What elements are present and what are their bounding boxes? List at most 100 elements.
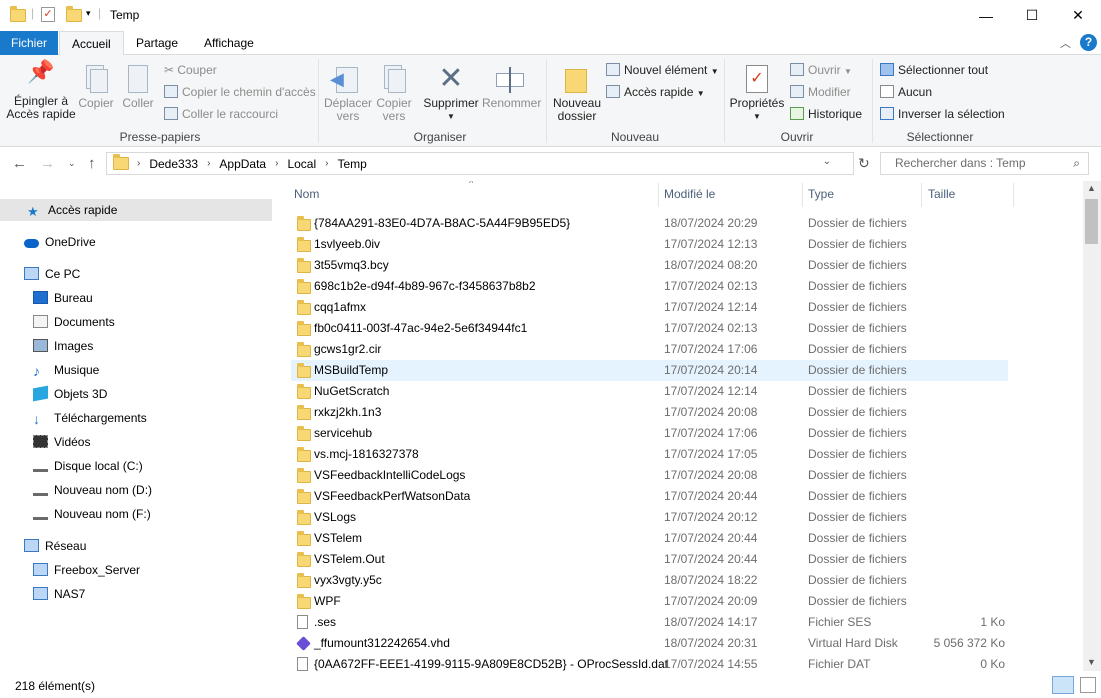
paste-button[interactable]: Coller [118, 63, 158, 110]
table-row[interactable]: VSLogs 17/07/2024 20:12 Dossier de fichier… [291, 507, 1008, 528]
nav-3d-objects[interactable]: Objets 3D [33, 383, 107, 405]
select-none-button[interactable]: Aucun [880, 84, 932, 100]
refresh-icon[interactable]: ↻ [858, 155, 870, 172]
file-name: .ses [314, 615, 337, 629]
nav-quick-access[interactable]: ★ Accès rapide [0, 199, 272, 221]
nav-disk-f[interactable]: Nouveau nom (F:) [33, 503, 151, 525]
nav-music[interactable]: ♪ Musique [33, 359, 99, 381]
easy-access-button[interactable]: Accès rapide ▼ [606, 84, 705, 102]
select-all-button[interactable]: Sélectionner tout [880, 62, 988, 78]
search-input[interactable]: Rechercher dans : Temp ⌕ [880, 152, 1089, 175]
nav-this-pc[interactable]: Ce PC [24, 263, 80, 285]
scroll-down-arrow-icon[interactable]: ▼ [1087, 657, 1096, 667]
nav-pictures[interactable]: Images [33, 335, 93, 357]
close-button[interactable]: ✕ [1055, 0, 1101, 31]
breadcrumb-appdata[interactable]: AppData [219, 157, 266, 171]
large-icons-view-icon[interactable] [1080, 677, 1096, 693]
table-row[interactable]: VSTelem.Out 17/07/2024 20:44 Dossier de fi… [291, 549, 1008, 570]
tab-view[interactable]: Affichage [192, 31, 266, 55]
breadcrumb-temp[interactable]: Temp [337, 157, 366, 171]
maximize-button[interactable]: ☐ [1009, 0, 1055, 31]
table-row[interactable]: 698c1b2e-d94f-4b89-967c-f3458637b8b2 17/0… [291, 276, 1008, 297]
table-row[interactable]: VSFeedbackIntelliCodeLogs 17/07/2024 20:0… [291, 465, 1008, 486]
table-row[interactable]: VSFeedbackPerfWatsonData 17/07/2024 20:44… [291, 486, 1008, 507]
copy-path-button[interactable]: Copier le chemin d'accès [164, 84, 316, 100]
up-arrow-icon[interactable]: ↑ [88, 155, 96, 172]
new-folder-icon [550, 63, 604, 97]
film-icon [33, 435, 48, 448]
nav-disk-c[interactable]: Disque local (C:) [33, 455, 143, 477]
table-row[interactable]: 3t55vmq3.bcy 18/07/2024 08:20 Dossier de f… [291, 255, 1008, 276]
open-button[interactable]: Ouvrir ▼ [790, 62, 852, 80]
properties-check-icon[interactable]: ✓ [41, 7, 55, 22]
cut-button[interactable]: ✂ Couper [164, 62, 217, 78]
address-dropdown-chevron-icon[interactable]: ⌄ [823, 156, 831, 167]
table-row[interactable]: rxkzj2kh.1n3 17/07/2024 20:08 Dossier de f… [291, 402, 1008, 423]
table-row[interactable]: cqq1afmx 17/07/2024 12:14 Dossier de fichi… [291, 297, 1008, 318]
table-row[interactable]: MSBuildTemp 17/07/2024 20:14 Dossier de fi… [291, 360, 1008, 381]
table-row[interactable]: VSTelem 17/07/2024 20:44 Dossier de fichie… [291, 528, 1008, 549]
column-header-modified[interactable]: Modifié le [664, 187, 715, 201]
nav-downloads[interactable]: ↓ Téléchargements [33, 407, 147, 429]
nav-disk-d[interactable]: Nouveau nom (D:) [33, 479, 152, 501]
file-type: Dossier de fichiers [808, 342, 907, 356]
table-row[interactable]: vs.mcj-1816327378 17/07/2024 17:05 Dossier… [291, 444, 1008, 465]
table-row[interactable]: .ses 18/07/2024 14:17 Fichier SES 1 Ko [291, 612, 1008, 633]
table-row[interactable]: WPF 17/07/2024 20:09 Dossier de fichiers [291, 591, 1008, 612]
delete-button[interactable]: ✕ Supprimer ▼ [420, 63, 482, 123]
copy-to-button[interactable]: Copier vers [374, 63, 414, 123]
edit-button[interactable]: Modifier [790, 84, 851, 100]
history-button[interactable]: Historique [790, 106, 862, 122]
new-folder-button[interactable]: Nouveau dossier [550, 63, 604, 123]
nav-onedrive[interactable]: OneDrive [24, 231, 96, 253]
paste-shortcut-button[interactable]: Coller le raccourci [164, 106, 278, 122]
table-row[interactable]: NuGetScratch 17/07/2024 12:14 Dossier de f… [291, 381, 1008, 402]
group-clipboard-label: Presse-papiers [119, 130, 201, 144]
recent-locations-chevron-icon[interactable]: ⌄ [68, 158, 76, 169]
table-row[interactable]: {784AA291-83E0-4D7A-B8AC-5A44F9B95ED5} 18… [291, 213, 1008, 234]
new-item-button[interactable]: Nouvel élément ▼ [606, 62, 719, 80]
file-date: 18/07/2024 20:29 [664, 216, 758, 230]
pin-quick-access-button[interactable]: 📌 Épingler à Accès rapide [6, 61, 76, 121]
breadcrumb-dede333[interactable]: Dede333 [149, 157, 198, 171]
nav-nas7[interactable]: NAS7 [33, 583, 85, 605]
move-to-button[interactable]: ◀ Déplacer vers [322, 63, 374, 123]
table-row[interactable]: gcws1gr2.cir 17/07/2024 17:06 Dossier de f… [291, 339, 1008, 360]
table-row[interactable]: {0AA672FF-EEE1-4199-9115-9A809E8CD52B} -… [291, 654, 1008, 671]
customize-quick-access-icon[interactable]: ▾ [86, 8, 91, 19]
help-icon[interactable]: ? [1080, 34, 1097, 51]
minimize-button[interactable]: — [963, 0, 1009, 31]
back-arrow-icon[interactable]: ← [12, 155, 27, 172]
new-folder-quick-icon[interactable] [66, 6, 82, 22]
nav-network[interactable]: Réseau [24, 535, 86, 557]
address-bar[interactable]: › Dede333 › AppData › Local › Temp ⌄ [106, 152, 854, 175]
file-date: 17/07/2024 02:13 [664, 279, 758, 293]
scroll-up-arrow-icon[interactable]: ▲ [1087, 183, 1096, 193]
copy-button[interactable]: Copier [76, 63, 116, 110]
tab-share[interactable]: Partage [124, 31, 190, 55]
column-header-name[interactable]: Nom [294, 187, 319, 201]
nav-freebox-server[interactable]: Freebox_Server [33, 559, 140, 581]
details-view-icon[interactable] [1052, 676, 1074, 694]
scrollbar-thumb[interactable] [1085, 199, 1098, 244]
nav-documents[interactable]: Documents [33, 311, 115, 333]
table-row[interactable]: 1svlyeeb.0iv 17/07/2024 12:13 Dossier de f… [291, 234, 1008, 255]
forward-arrow-icon[interactable]: → [40, 155, 55, 172]
table-row[interactable]: vyx3vgty.y5c 18/07/2024 18:22 Dossier de f… [291, 570, 1008, 591]
column-header-size[interactable]: Taille [928, 187, 955, 201]
nav-videos[interactable]: Vidéos [33, 431, 90, 453]
collapse-ribbon-icon[interactable]: ︿ [1060, 35, 1071, 51]
tab-file[interactable]: Fichier [0, 31, 58, 55]
column-header-type[interactable]: Type [808, 187, 834, 201]
file-date: 17/07/2024 20:44 [664, 552, 758, 566]
rename-button[interactable]: Renommer [482, 63, 541, 110]
breadcrumb-local[interactable]: Local [287, 157, 316, 171]
table-row[interactable]: fb0c0411-003f-47ac-94e2-5e6f34944fc1 17/0… [291, 318, 1008, 339]
table-row[interactable]: servicehub 17/07/2024 17:06 Dossier de fic… [291, 423, 1008, 444]
invert-selection-button[interactable]: Inverser la sélection [880, 106, 1005, 122]
vertical-scrollbar[interactable]: ▲ ▼ [1083, 181, 1101, 671]
nav-desktop[interactable]: Bureau [33, 287, 93, 309]
properties-button[interactable]: ✓ Propriétés ▼ [728, 63, 786, 123]
table-row[interactable]: _ffumount312242654.vhd 18/07/2024 20:31 Vi… [291, 633, 1008, 654]
tab-home[interactable]: Accueil [59, 31, 124, 56]
